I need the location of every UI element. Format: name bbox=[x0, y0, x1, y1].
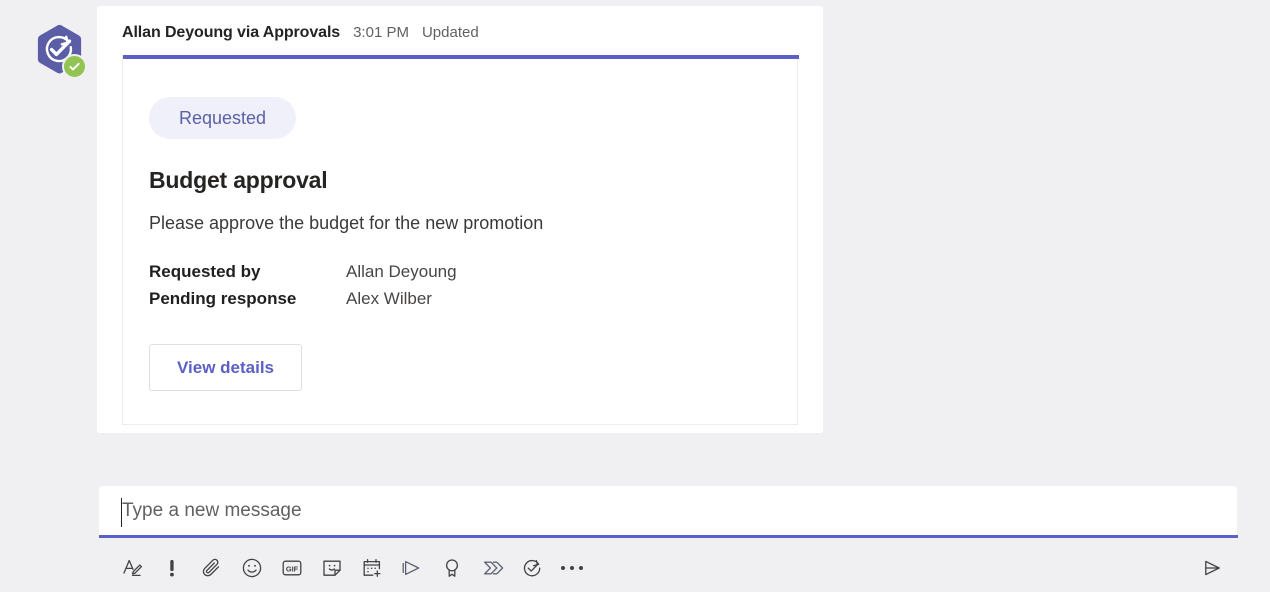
teams-chat-screen: Allan Deyoung via Approvals 3:01 PM Upda… bbox=[0, 0, 1270, 592]
sticker-icon[interactable] bbox=[312, 548, 352, 588]
praise-icon[interactable] bbox=[432, 548, 472, 588]
approval-adaptive-card: Requested Budget approval Please approve… bbox=[122, 55, 799, 425]
fact-row: Requested by Allan Deyoung bbox=[149, 258, 773, 285]
check-badge-icon bbox=[62, 54, 87, 79]
dot bbox=[579, 566, 583, 570]
send-button[interactable] bbox=[1192, 548, 1232, 588]
importance-icon[interactable] bbox=[152, 548, 192, 588]
message-header: Allan Deyoung via Approvals 3:01 PM Upda… bbox=[122, 24, 479, 42]
fact-value: Allan Deyoung bbox=[346, 262, 457, 281]
fact-value: Alex Wilber bbox=[346, 289, 432, 308]
status-badge: Requested bbox=[149, 97, 297, 139]
fact-label: Pending response bbox=[149, 289, 297, 308]
dot bbox=[570, 566, 574, 570]
power-automate-icon[interactable] bbox=[472, 548, 512, 588]
stream-icon[interactable] bbox=[392, 548, 432, 588]
card-body: Requested Budget approval Please approve… bbox=[123, 59, 799, 391]
svg-text:GIF: GIF bbox=[286, 565, 299, 574]
format-icon[interactable] bbox=[112, 548, 152, 588]
message-container: Allan Deyoung via Approvals 3:01 PM Upda… bbox=[97, 6, 823, 433]
message-status: Updated bbox=[421, 24, 479, 41]
sender-name[interactable]: Allan Deyoung via Approvals bbox=[122, 24, 340, 42]
attach-icon[interactable] bbox=[192, 548, 232, 588]
fact-row: Pending response Alex Wilber bbox=[149, 285, 773, 312]
message-timestamp: 3:01 PM bbox=[353, 24, 409, 41]
card-title: Budget approval bbox=[149, 167, 328, 193]
emoji-icon[interactable] bbox=[232, 548, 272, 588]
fact-set: Requested by Allan Deyoung Pending respo… bbox=[149, 258, 773, 312]
card-description: Please approve the budget for the new pr… bbox=[149, 213, 544, 233]
avatar[interactable] bbox=[33, 24, 87, 82]
compose-toolbar: GIF bbox=[112, 548, 592, 588]
giphy-icon[interactable]: GIF bbox=[272, 548, 312, 588]
compose-placeholder: Type a new message bbox=[122, 500, 302, 521]
dot bbox=[561, 566, 565, 570]
fact-label: Requested by bbox=[149, 262, 261, 281]
compose-focus-underline bbox=[99, 535, 1238, 538]
schedule-meeting-icon[interactable] bbox=[352, 548, 392, 588]
approvals-icon[interactable] bbox=[512, 548, 552, 588]
more-options-icon[interactable] bbox=[552, 548, 592, 588]
view-details-button[interactable]: View details bbox=[149, 344, 303, 391]
